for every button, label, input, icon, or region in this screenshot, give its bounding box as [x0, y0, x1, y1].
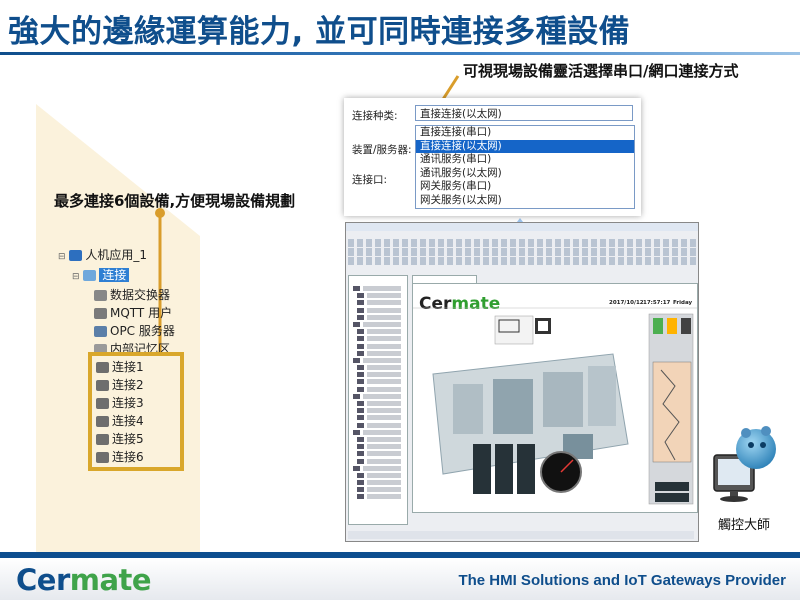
window-menubar [346, 231, 698, 238]
project-manager-line [357, 458, 401, 464]
hmi-designer-window: Cermate 2017/10/12 17:57:17 Friday [345, 222, 699, 542]
project-manager-line [357, 422, 401, 428]
project-manager-line [357, 300, 401, 306]
project-manager-line [357, 293, 401, 299]
opc-server-icon [94, 326, 107, 337]
computer-icon [69, 250, 83, 261]
conn-type-select[interactable]: 直接连接(以太网) [415, 105, 633, 121]
company-slogan: The HMI Solutions and IoT Gateways Provi… [458, 572, 786, 589]
project-manager-line [353, 393, 401, 399]
mqtt-icon [94, 308, 107, 319]
tree-root-label: 人机应用_1 [85, 248, 148, 262]
tree-item-opc[interactable]: OPC 服务器 [94, 322, 175, 340]
project-manager-line [357, 365, 401, 371]
robot-monitor-icon [713, 426, 776, 502]
connection-settings-panel: 连接种类: 装置/服务器: 连接口: 直接连接(以太网) 直接连接(串口) 直接… [344, 98, 641, 216]
tree-connection-label: 连接 [99, 268, 130, 282]
footer: Cermate The HMI Solutions and IoT Gatewa… [0, 558, 800, 600]
toolbar-row-2 [348, 248, 696, 256]
project-manager-line [357, 386, 401, 392]
project-manager-line [353, 465, 401, 471]
project-manager-line [357, 350, 401, 356]
tree-item-label: MQTT 用户 [110, 306, 173, 320]
project-manager-line [357, 314, 401, 320]
hmi-screen-canvas: Cermate 2017/10/12 17:57:17 Friday [412, 283, 698, 513]
project-manager-panel [348, 275, 408, 525]
tree-item-mqtt[interactable]: MQTT 用户 [94, 304, 172, 322]
project-manager-line [357, 487, 401, 493]
option-gateway-ethernet[interactable]: 网关服务(以太网) [416, 194, 634, 208]
hmi-graphics [413, 307, 697, 505]
project-manager-line [357, 336, 401, 342]
project-manager-line [357, 408, 401, 414]
project-manager-line [357, 436, 401, 442]
project-manager-line [357, 372, 401, 378]
toolbar-row-1 [348, 239, 696, 247]
project-manager-line [357, 451, 401, 457]
project-manager-line [357, 329, 401, 335]
project-manager-line [357, 307, 401, 313]
tree-root[interactable]: ⊟ 人机应用_1 [58, 246, 147, 264]
option-comm-ethernet[interactable]: 通讯服务(以太网) [416, 167, 634, 181]
project-manager-line [357, 343, 401, 349]
exchanger-icon [94, 290, 107, 301]
project-manager-line [357, 480, 401, 486]
tree-item-label: 数据交换器 [110, 288, 171, 302]
conn-type-label: 连接种类: [352, 110, 398, 122]
project-manager-line [353, 321, 401, 327]
tree-connection-node[interactable]: ⊟ 连接 [72, 266, 130, 284]
project-manager-line [357, 444, 401, 450]
robot-label: 觸控大師 [718, 518, 771, 533]
project-manager-line [353, 286, 401, 291]
conn-type-options: 直接连接(串口) 直接连接(以太网) 通讯服务(串口) 通讯服务(以太网) 网关… [415, 125, 635, 209]
tree-item-data-exchanger[interactable]: 数据交换器 [94, 286, 170, 304]
window-titlebar [346, 223, 698, 231]
project-manager-line [357, 401, 401, 406]
cermate-logo: Cermate [16, 563, 152, 597]
network-icon [83, 270, 97, 281]
device-label: 装置/服务器: [352, 144, 412, 156]
option-gateway-serial[interactable]: 网关服务(串口) [416, 180, 634, 194]
option-direct-ethernet[interactable]: 直接连接(以太网) [416, 139, 634, 154]
project-manager-line [353, 357, 401, 363]
port-label: 连接口: [352, 174, 388, 186]
project-manager-line [357, 379, 401, 385]
project-manager-line [357, 472, 401, 478]
toolbar-row-3 [348, 257, 696, 265]
option-comm-serial[interactable]: 通讯服务(串口) [416, 153, 634, 167]
project-manager-items [353, 286, 401, 502]
connections-highlight-box [88, 352, 184, 471]
status-bar [348, 531, 694, 539]
tree-item-label: OPC 服务器 [110, 324, 175, 338]
project-manager-line [353, 429, 401, 435]
project-manager-line [357, 494, 401, 500]
option-direct-serial[interactable]: 直接连接(串口) [416, 126, 634, 140]
project-manager-line [357, 415, 401, 421]
